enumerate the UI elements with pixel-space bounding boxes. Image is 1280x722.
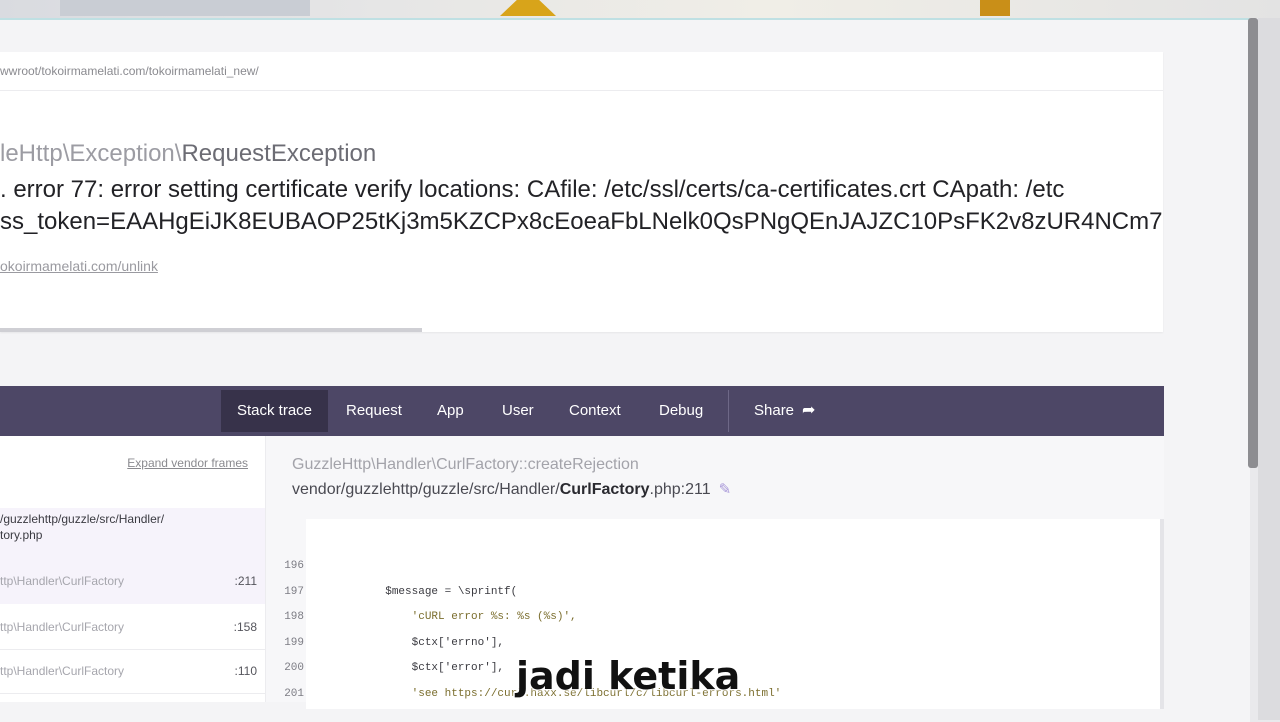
pencil-icon[interactable]: ✎ [719, 480, 732, 498]
exception-class: leHttp\Exception\RequestException [0, 140, 376, 168]
horizontal-scrollbar[interactable] [0, 328, 422, 332]
file-directory: vendor/guzzlehttp/guzzle/src/Handler/ [292, 481, 560, 498]
exception-message: . error 77: error setting certificate ve… [0, 174, 1163, 238]
top-background-strip [0, 0, 1280, 18]
divider [0, 90, 1163, 91]
stack-frame-row[interactable]: ttp\Handler\CurlFactory :158 [0, 606, 265, 650]
line-number: 200 [284, 662, 304, 674]
share-button[interactable]: Share ➦ [738, 390, 831, 432]
stack-frame-row[interactable]: ttp\Handler\CurlFactory :110 [0, 650, 265, 694]
frame-line-number: :158 [233, 620, 257, 634]
exception-header-card: wwroot/tokoirmamelati.com/tokoirmamelati… [0, 52, 1163, 332]
line-number: 198 [284, 611, 304, 623]
background-decoration [60, 0, 310, 16]
tab-app[interactable]: App [421, 390, 480, 432]
frame-file-path-line: /guzzlehttp/guzzle/src/Handler/ [0, 512, 165, 526]
exception-message-line: . error 77: error setting certificate ve… [0, 176, 1065, 203]
code-line: 'cURL error %s: %s (%s)', [306, 611, 577, 623]
file-name: CurlFactory [559, 481, 650, 498]
code-line-numbers: 196 197 198 199 200 201 [266, 560, 304, 713]
line-number: 196 [284, 560, 304, 572]
frame-function: GuzzleHttp\Handler\CurlFactory::createRe… [292, 456, 639, 473]
frame-class: ttp\Handler\CurlFactory [0, 664, 125, 678]
tab-user[interactable]: User [486, 390, 550, 432]
frame-class: ttp\Handler\CurlFactory [0, 620, 125, 634]
nav-divider [728, 390, 729, 432]
tab-request[interactable]: Request [330, 390, 418, 432]
share-label: Share [754, 402, 795, 419]
divider [0, 693, 265, 694]
frame-class: ttp\Handler\CurlFactory [0, 574, 125, 588]
stack-frame-row[interactable]: ttp\Handler\CurlFactory :211 [0, 560, 265, 604]
video-subtitle: jadi ketika [516, 654, 741, 698]
tab-debug[interactable]: Debug [643, 390, 719, 432]
frame-line-number: :211 [234, 574, 257, 588]
vertical-scrollbar[interactable] [1248, 18, 1258, 468]
tab-stack-trace[interactable]: Stack trace [221, 390, 329, 432]
tab-navigation: Stack trace Request App User Context Deb… [0, 386, 1164, 436]
background-decoration [980, 0, 1010, 16]
share-arrow-icon: ➦ [802, 402, 816, 419]
background-decoration [500, 0, 556, 16]
frame-file: vendor/guzzlehttp/guzzle/src/Handler/Cur… [292, 480, 731, 499]
code-line: $message = \sprintf( [306, 585, 518, 598]
line-number: 197 [284, 585, 304, 598]
window-edge [1258, 18, 1280, 720]
line-number: 199 [284, 636, 304, 649]
tab-context[interactable]: Context [553, 390, 637, 432]
expand-vendor-frames-link[interactable]: Expand vendor frames [127, 456, 248, 470]
frame-file-path-line: tory.php [0, 528, 43, 542]
request-url-link[interactable]: okoirmamelati.com/unlink [0, 258, 158, 274]
frame-line-number: :110 [234, 664, 257, 678]
exception-class-name: RequestException [181, 140, 377, 167]
stack-frames-panel: Expand vendor frames /guzzlehttp/guzzle/… [0, 436, 266, 702]
file-line: .php:211 [649, 481, 711, 498]
project-path: wwroot/tokoirmamelati.com/tokoirmamelati… [0, 64, 259, 78]
line-number: 201 [284, 687, 304, 700]
frame-file-path: /guzzlehttp/guzzle/src/Handler/ tory.php [0, 511, 190, 543]
exception-namespace: leHttp\Exception\ [0, 140, 182, 167]
exception-message-line: ss_token=EAAHgEiJK8EUBAOP25tKj3m5KZCPx8c… [0, 208, 1163, 235]
